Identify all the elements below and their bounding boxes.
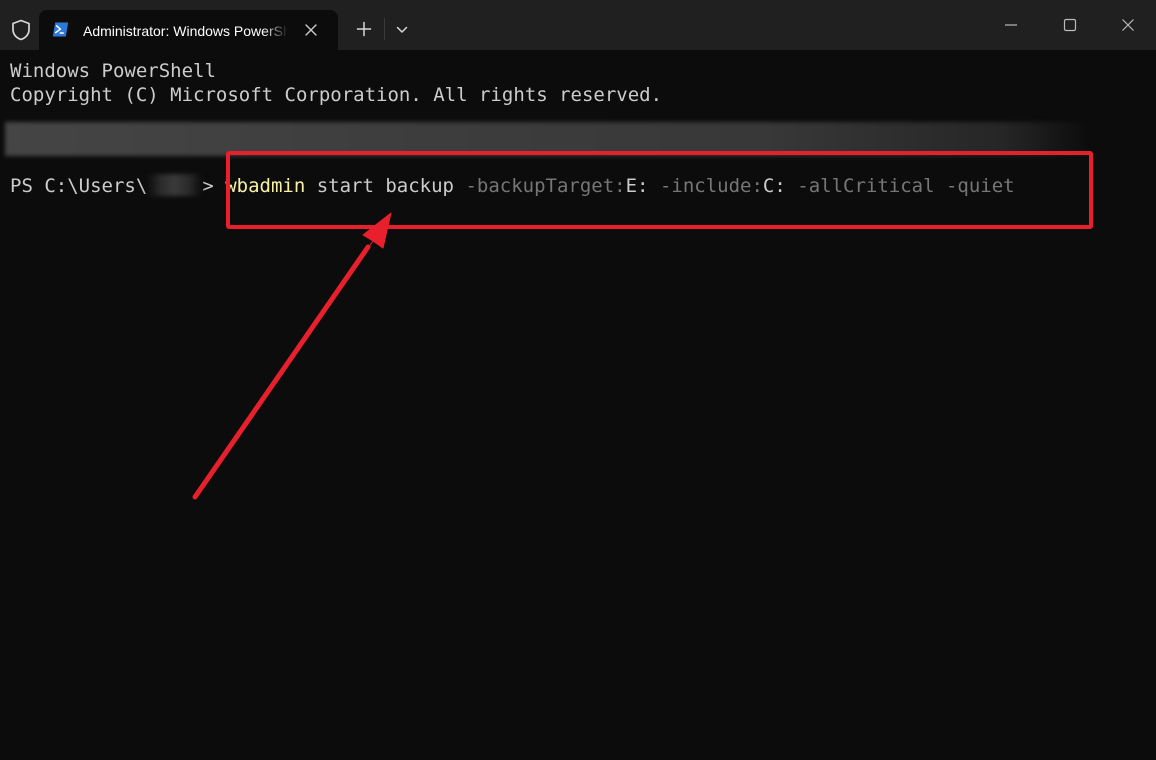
maximize-icon[interactable] <box>1063 18 1077 32</box>
annotation-arrow <box>192 212 392 500</box>
redacted-username <box>147 174 203 196</box>
tab-powershell[interactable]: Administrator: Windows PowerShell <box>39 10 338 50</box>
terminal-line-copyright: Copyright (C) Microsoft Corporation. All… <box>10 84 663 106</box>
shield-icon <box>12 19 30 41</box>
tab-close-icon[interactable] <box>304 23 318 37</box>
terminal-window: Administrator: Windows PowerShell Window… <box>0 0 1156 760</box>
window-close-icon[interactable] <box>1121 18 1135 32</box>
prompt-suffix: > <box>202 175 214 197</box>
minimize-icon[interactable] <box>1004 18 1018 32</box>
terminal-line-title: Windows PowerShell <box>10 60 216 82</box>
powershell-icon <box>52 22 69 37</box>
annotation-highlight-box <box>226 151 1093 229</box>
new-tab-plus-icon[interactable] <box>356 21 372 37</box>
tab-title: Administrator: Windows PowerShell <box>83 23 288 39</box>
prompt-prefix: PS C:\Users\ <box>10 175 148 197</box>
tab-separator <box>384 18 385 40</box>
title-bar: Administrator: Windows PowerShell <box>0 0 1156 50</box>
chevron-down-icon[interactable] <box>396 24 408 36</box>
